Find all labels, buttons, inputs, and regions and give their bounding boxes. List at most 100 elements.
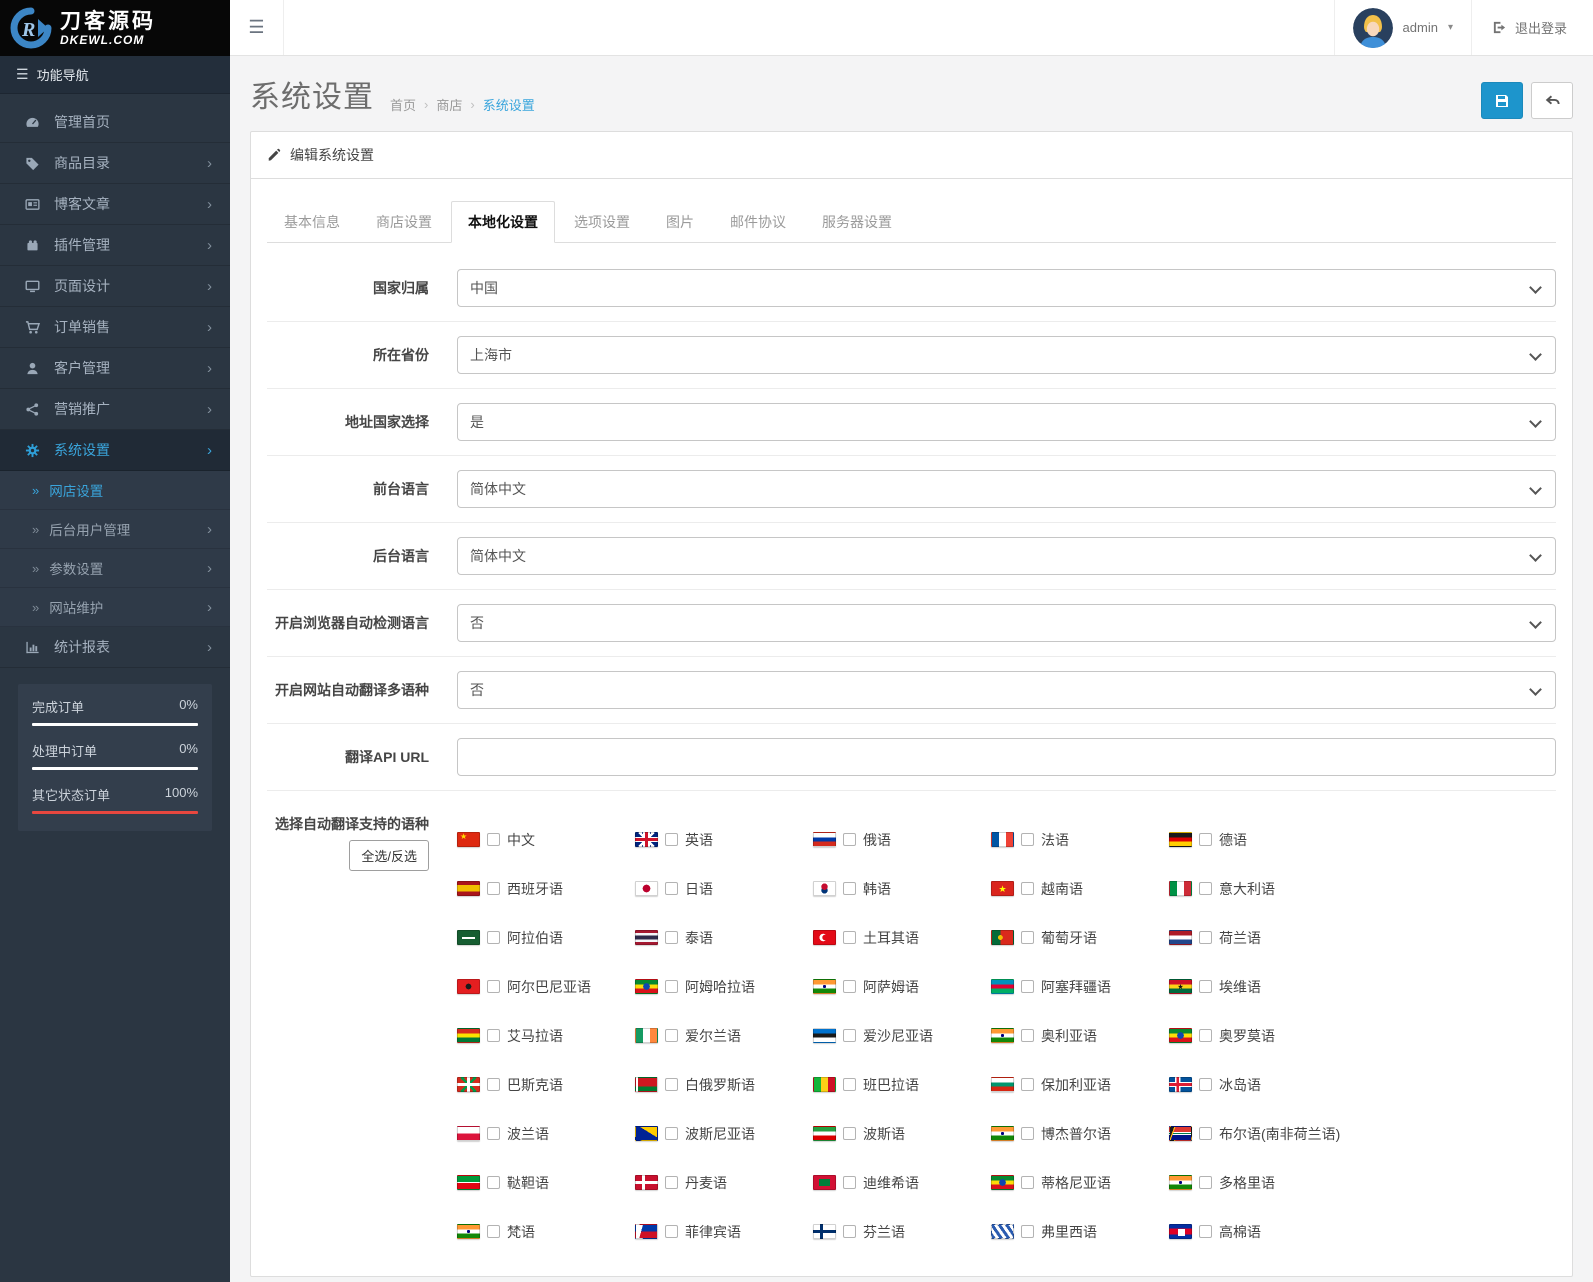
language-item[interactable]: 梵语 bbox=[457, 1222, 635, 1242]
sidebar-item-reports[interactable]: 统计报表 › bbox=[0, 627, 230, 668]
language-checkbox[interactable] bbox=[487, 1176, 500, 1189]
language-checkbox[interactable] bbox=[665, 1176, 678, 1189]
language-checkbox[interactable] bbox=[487, 931, 500, 944]
language-checkbox[interactable] bbox=[1021, 980, 1034, 993]
sidebar-subitem-parameters[interactable]: » 参数设置 › bbox=[0, 549, 230, 588]
language-item[interactable]: 爱沙尼亚语 bbox=[813, 1026, 991, 1046]
language-checkbox[interactable] bbox=[843, 1127, 856, 1140]
language-item[interactable]: 阿尔巴尼亚语 bbox=[457, 977, 635, 997]
language-item[interactable]: 意大利语 bbox=[1169, 879, 1556, 899]
language-checkbox[interactable] bbox=[1199, 833, 1212, 846]
language-item[interactable]: 土耳其语 bbox=[813, 928, 991, 948]
language-item[interactable]: 波兰语 bbox=[457, 1124, 635, 1144]
language-item[interactable]: 班巴拉语 bbox=[813, 1075, 991, 1095]
frontend-language-select[interactable]: 简体中文 bbox=[457, 470, 1556, 508]
language-checkbox[interactable] bbox=[487, 1127, 500, 1140]
language-checkbox[interactable] bbox=[843, 882, 856, 895]
language-item[interactable]: 布尔语(南非荷兰语) bbox=[1169, 1124, 1556, 1144]
language-checkbox[interactable] bbox=[1199, 1127, 1212, 1140]
language-checkbox[interactable] bbox=[1199, 931, 1212, 944]
language-item[interactable]: 保加利亚语 bbox=[991, 1075, 1169, 1095]
language-checkbox[interactable] bbox=[843, 833, 856, 846]
language-checkbox[interactable] bbox=[487, 1078, 500, 1091]
language-checkbox[interactable] bbox=[665, 980, 678, 993]
language-item[interactable]: 奥利亚语 bbox=[991, 1026, 1169, 1046]
language-checkbox[interactable] bbox=[665, 1029, 678, 1042]
language-item[interactable]: 巴斯克语 bbox=[457, 1075, 635, 1095]
language-item[interactable]: 越南语 bbox=[991, 879, 1169, 899]
language-checkbox[interactable] bbox=[1199, 1176, 1212, 1189]
language-item[interactable]: 葡萄牙语 bbox=[991, 928, 1169, 948]
sidebar-item-extensions[interactable]: 插件管理 › bbox=[0, 225, 230, 266]
language-item[interactable]: 日语 bbox=[635, 879, 813, 899]
language-item[interactable]: 韩语 bbox=[813, 879, 991, 899]
language-item[interactable]: 奥罗莫语 bbox=[1169, 1026, 1556, 1046]
language-item[interactable]: 丹麦语 bbox=[635, 1173, 813, 1193]
province-select[interactable]: 上海市 bbox=[457, 336, 1556, 374]
sidebar-item-design[interactable]: 页面设计 › bbox=[0, 266, 230, 307]
language-item[interactable]: 西班牙语 bbox=[457, 879, 635, 899]
language-item[interactable]: 德语 bbox=[1169, 830, 1556, 850]
language-checkbox[interactable] bbox=[487, 1029, 500, 1042]
language-checkbox[interactable] bbox=[1199, 882, 1212, 895]
country-select[interactable]: 中国 bbox=[457, 269, 1556, 307]
breadcrumb-item[interactable]: 首页 bbox=[390, 95, 416, 114]
sidebar-item-blog[interactable]: 博客文章 › bbox=[0, 184, 230, 225]
sidebar-item-system[interactable]: 系统设置 › bbox=[0, 430, 230, 471]
language-item[interactable]: 阿拉伯语 bbox=[457, 928, 635, 948]
auto-translate-select[interactable]: 否 bbox=[457, 671, 1556, 709]
sidebar-item-sales[interactable]: 订单销售 › bbox=[0, 307, 230, 348]
sidebar-item-dashboard[interactable]: 管理首页 bbox=[0, 102, 230, 143]
language-checkbox[interactable] bbox=[1021, 1078, 1034, 1091]
language-item[interactable]: 阿塞拜疆语 bbox=[991, 977, 1169, 997]
sidebar-subitem-admin-users[interactable]: » 后台用户管理 › bbox=[0, 510, 230, 549]
language-checkbox[interactable] bbox=[843, 931, 856, 944]
sidebar-item-marketing[interactable]: 营销推广 › bbox=[0, 389, 230, 430]
language-checkbox[interactable] bbox=[487, 882, 500, 895]
language-checkbox[interactable] bbox=[1021, 833, 1034, 846]
language-item[interactable]: 泰语 bbox=[635, 928, 813, 948]
language-item[interactable]: 波斯尼亚语 bbox=[635, 1124, 813, 1144]
language-checkbox[interactable] bbox=[1021, 931, 1034, 944]
breadcrumb-item[interactable]: 商店 bbox=[436, 95, 462, 114]
language-item[interactable]: 鞑靼语 bbox=[457, 1173, 635, 1193]
language-item[interactable]: 艾马拉语 bbox=[457, 1026, 635, 1046]
language-item[interactable]: 高棉语 bbox=[1169, 1222, 1556, 1242]
language-checkbox[interactable] bbox=[1021, 1029, 1034, 1042]
language-item[interactable]: 白俄罗斯语 bbox=[635, 1075, 813, 1095]
language-checkbox[interactable] bbox=[1199, 1029, 1212, 1042]
logout-button[interactable]: 退出登录 bbox=[1470, 0, 1593, 55]
language-checkbox[interactable] bbox=[665, 1127, 678, 1140]
language-item[interactable]: 阿萨姆语 bbox=[813, 977, 991, 997]
language-item[interactable]: 荷兰语 bbox=[1169, 928, 1556, 948]
translate-api-url-input[interactable] bbox=[457, 738, 1556, 776]
language-item[interactable]: 菲律宾语 bbox=[635, 1222, 813, 1242]
language-item[interactable]: 中文 bbox=[457, 830, 635, 850]
language-checkbox[interactable] bbox=[665, 1078, 678, 1091]
language-item[interactable]: 蒂格尼亚语 bbox=[991, 1173, 1169, 1193]
user-menu[interactable]: admin ▾ bbox=[1333, 0, 1471, 55]
language-checkbox[interactable] bbox=[1021, 1127, 1034, 1140]
save-button[interactable] bbox=[1481, 82, 1523, 119]
language-item[interactable]: 波斯语 bbox=[813, 1124, 991, 1144]
language-checkbox[interactable] bbox=[1199, 1225, 1212, 1238]
language-item[interactable]: 芬兰语 bbox=[813, 1222, 991, 1242]
language-checkbox[interactable] bbox=[1199, 980, 1212, 993]
sidebar-item-catalog[interactable]: 商品目录 › bbox=[0, 143, 230, 184]
backend-language-select[interactable]: 简体中文 bbox=[457, 537, 1556, 575]
language-item[interactable]: 俄语 bbox=[813, 830, 991, 850]
select-all-button[interactable]: 全选/反选 bbox=[349, 840, 429, 872]
breadcrumb-item[interactable]: 系统设置 bbox=[483, 95, 535, 114]
sidebar-subitem-maintenance[interactable]: » 网站维护 › bbox=[0, 588, 230, 627]
tab-options[interactable]: 选项设置 bbox=[557, 201, 647, 243]
brand-logo[interactable]: R 刀客源码 DKEWL.COM bbox=[0, 0, 230, 56]
back-button[interactable] bbox=[1531, 82, 1573, 119]
language-checkbox[interactable] bbox=[1199, 1078, 1212, 1091]
language-item[interactable]: 爱尔兰语 bbox=[635, 1026, 813, 1046]
tab-localization[interactable]: 本地化设置 bbox=[451, 201, 555, 243]
language-checkbox[interactable] bbox=[1021, 1176, 1034, 1189]
language-item[interactable]: 博杰普尔语 bbox=[991, 1124, 1169, 1144]
tab-images[interactable]: 图片 bbox=[649, 201, 711, 243]
language-checkbox[interactable] bbox=[843, 1078, 856, 1091]
language-checkbox[interactable] bbox=[843, 1176, 856, 1189]
